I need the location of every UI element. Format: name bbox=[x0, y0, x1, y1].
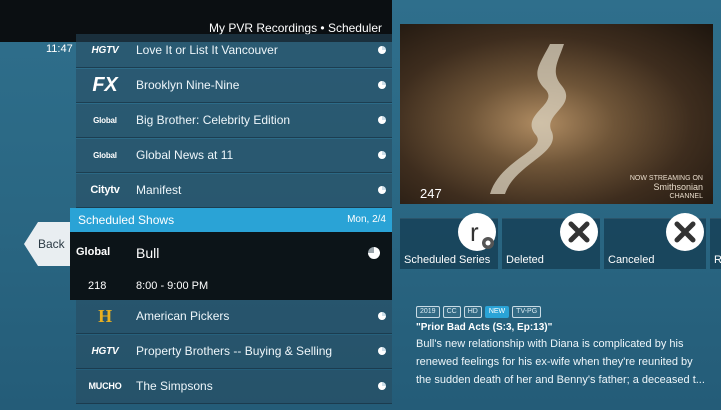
recording-status-icon bbox=[378, 116, 386, 124]
recording-status-icon bbox=[378, 347, 386, 355]
svg-text:r: r bbox=[470, 217, 479, 247]
list-item[interactable]: FX Brooklyn Nine-Nine bbox=[76, 69, 392, 103]
list-item[interactable]: H American Pickers bbox=[76, 300, 392, 334]
recording-status-icon bbox=[378, 46, 386, 54]
show-title: Global News at 11 bbox=[136, 148, 234, 162]
scheduled-series-icon: r bbox=[458, 213, 496, 251]
back-button[interactable]: Back bbox=[24, 222, 70, 266]
cc-badge: CC bbox=[442, 306, 461, 318]
show-title: Big Brother: Celebrity Edition bbox=[136, 113, 291, 127]
channel-logo: HGTV bbox=[91, 345, 119, 357]
channel-logo: Global bbox=[76, 246, 111, 258]
channel-logo: Citytv bbox=[90, 184, 120, 196]
recording-status-icon bbox=[378, 186, 386, 194]
channel-number: 218 bbox=[88, 280, 107, 292]
channel-logo: HGTV bbox=[91, 44, 119, 56]
channel-watermark: NOW STREAMING ON Smithsonian CHANNEL bbox=[629, 175, 703, 200]
list-item[interactable]: MUCHO The Simpsons bbox=[76, 370, 392, 404]
tile-label: Scheduled Series bbox=[404, 254, 491, 266]
live-preview[interactable]: 247 NOW STREAMING ON Smithsonian CHANNEL bbox=[400, 24, 713, 204]
current-time: 11:47 bbox=[46, 43, 73, 55]
scheduled-series-tile[interactable]: r Scheduled Series bbox=[400, 213, 498, 269]
show-title: Property Brothers -- Buying & Selling bbox=[136, 344, 333, 358]
episode-title: "Prior Bad Acts (S:3, Ep:13)" bbox=[416, 322, 553, 333]
scheduled-shows-label: Scheduled Shows bbox=[78, 213, 175, 227]
tile-label: R bbox=[714, 254, 721, 266]
list-item[interactable]: Global Big Brother: Celebrity Edition bbox=[76, 104, 392, 138]
hd-badge: HD bbox=[463, 306, 482, 318]
badge-row: 2019 CC HD NEW TV-PG bbox=[416, 306, 706, 318]
recording-progress-icon bbox=[368, 247, 380, 259]
show-title: American Pickers bbox=[136, 309, 230, 323]
tile-label: Deleted bbox=[506, 254, 544, 266]
canceled-tile[interactable]: Canceled bbox=[604, 213, 706, 269]
scheduled-shows-header: Scheduled Shows Mon, 2/4 bbox=[70, 208, 392, 232]
recording-status-icon bbox=[378, 81, 386, 89]
new-badge: NEW bbox=[484, 306, 510, 318]
rating-badge: TV-PG bbox=[512, 306, 542, 318]
channel-logo: H bbox=[98, 305, 112, 326]
program-details: 2019 CC HD NEW TV-PG "Prior Bad Acts (S:… bbox=[416, 306, 706, 389]
channel-logo: Global bbox=[93, 115, 117, 125]
show-title: Brooklyn Nine-Nine bbox=[136, 78, 240, 92]
list-item[interactable]: Global Global News at 11 bbox=[76, 139, 392, 173]
recording-status-icon bbox=[378, 382, 386, 390]
show-title: Love It or List It Vancouver bbox=[136, 43, 278, 57]
next-tile[interactable]: R bbox=[710, 218, 721, 269]
channel-logo: Global bbox=[93, 150, 117, 160]
close-icon bbox=[560, 213, 598, 251]
recording-status-icon bbox=[378, 312, 386, 320]
episode-description: Bull's new relationship with Diana is co… bbox=[416, 338, 705, 386]
deleted-tile[interactable]: Deleted bbox=[502, 213, 600, 269]
channel-logo: MUCHO bbox=[88, 381, 122, 391]
list-item[interactable]: HGTV Property Brothers -- Buying & Selli… bbox=[76, 335, 392, 369]
preview-channel-number: 247 bbox=[420, 186, 442, 201]
back-label: Back bbox=[38, 237, 65, 251]
page-title: My PVR Recordings • Scheduler bbox=[209, 21, 382, 35]
show-title: Manifest bbox=[136, 183, 182, 197]
canyon-image bbox=[490, 44, 567, 194]
scheduled-shows-panel[interactable]: Scheduled Shows Mon, 2/4 Global Bull 218… bbox=[70, 208, 392, 300]
recording-status-icon bbox=[378, 151, 386, 159]
close-icon bbox=[666, 213, 704, 251]
scheduled-date: Mon, 2/4 bbox=[347, 214, 386, 225]
year-badge: 2019 bbox=[416, 306, 440, 318]
channel-logo: FX bbox=[92, 73, 118, 96]
list-item[interactable]: Citytv Manifest bbox=[76, 174, 392, 208]
tile-label: Canceled bbox=[608, 254, 655, 266]
show-title: The Simpsons bbox=[136, 379, 213, 393]
time-slot: 8:00 - 9:00 PM bbox=[136, 280, 209, 292]
selected-show-title: Bull bbox=[136, 245, 160, 261]
list-item[interactable]: 11:47 HGTV Love It or List It Vancouver bbox=[46, 34, 392, 68]
